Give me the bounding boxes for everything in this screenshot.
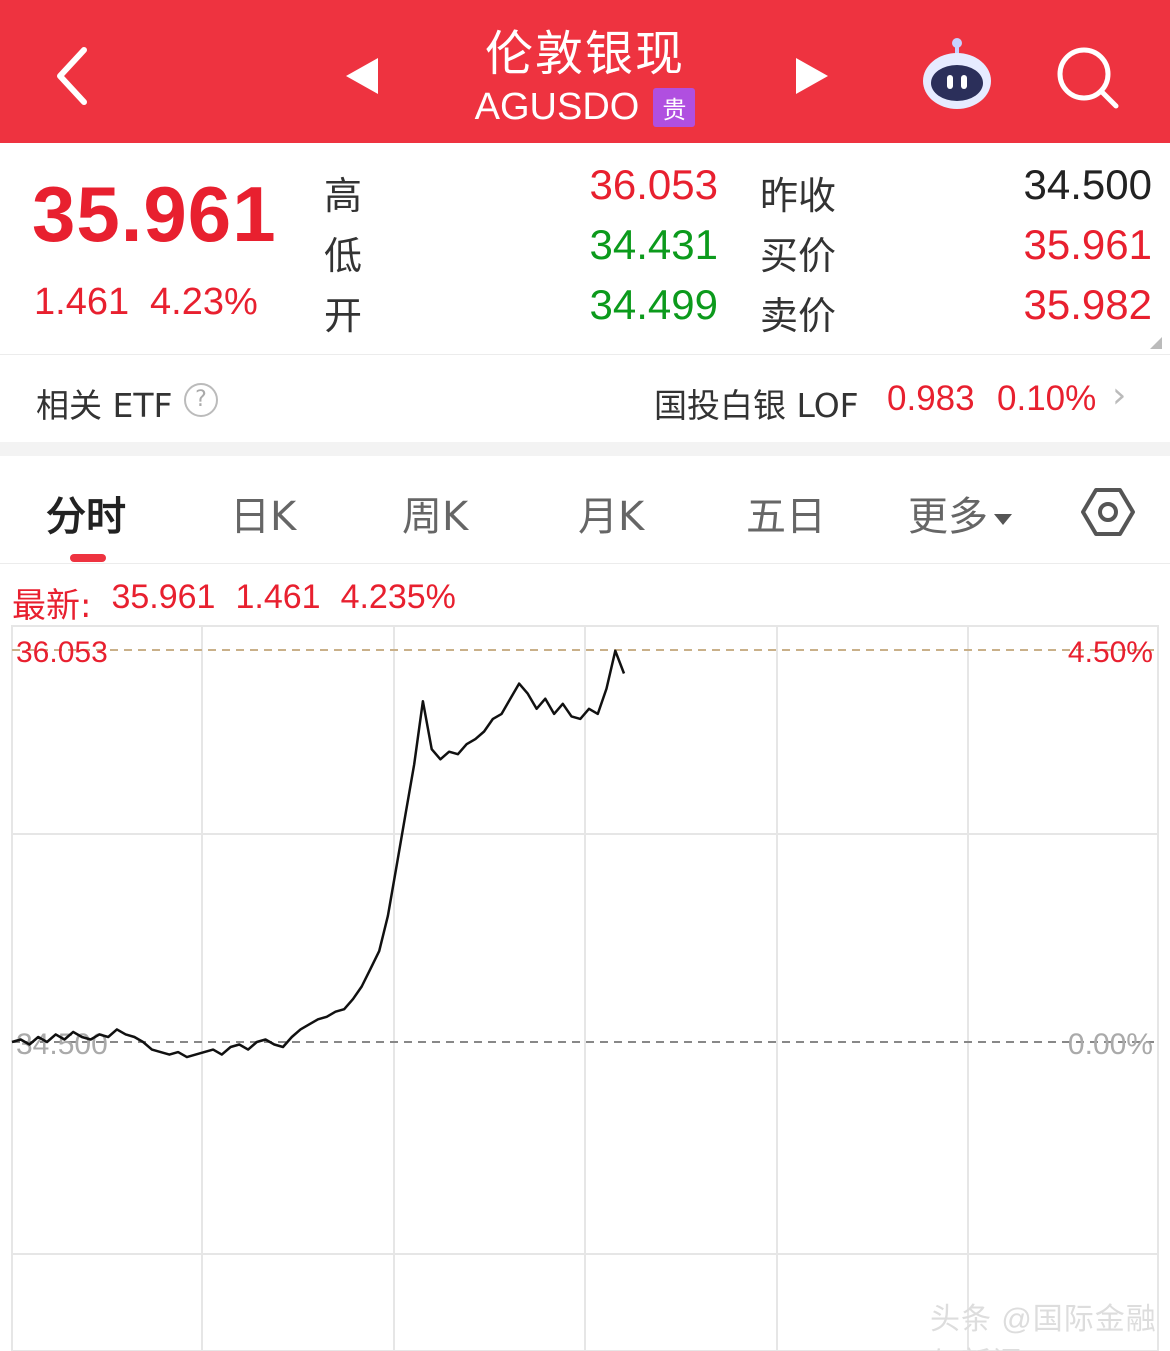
open-value: 34.499: [589, 281, 718, 328]
intraday-chart[interactable]: 36.053 4.50% 34.500 0.00%: [0, 620, 1170, 1351]
quote-panel: 35.961 1.461 4.23% 高 36.053 昨收 34.500 低 …: [0, 143, 1170, 353]
back-icon[interactable]: [40, 36, 104, 116]
related-etf-row[interactable]: 相关 ETF ? 国投白银 LOF 0.983 0.10% ›: [0, 354, 1170, 442]
etf-price: 0.983: [887, 379, 975, 418]
ask-label: 卖价: [760, 294, 837, 338]
last-price: 35.961: [32, 170, 277, 258]
next-symbol-icon[interactable]: [780, 46, 844, 106]
active-tab-indicator: [70, 554, 106, 562]
section-divider: [0, 442, 1170, 456]
settings-hexagon-icon[interactable]: [1080, 484, 1136, 540]
open-label: 开: [324, 294, 363, 338]
ref-label-right-1: 0.00%: [1068, 1028, 1153, 1061]
category-badge: 贵: [653, 88, 696, 127]
bid-value: 35.961: [1023, 221, 1152, 268]
high-value: 36.053: [589, 161, 718, 208]
help-icon[interactable]: ?: [184, 383, 218, 417]
price-change-pct: 4.23%: [150, 281, 258, 323]
low-label: 低: [324, 234, 363, 278]
tab-monthly-k[interactable]: 月K: [578, 484, 644, 542]
price-line: [11, 649, 626, 1059]
tab-five-day[interactable]: 五日: [746, 484, 826, 542]
price-change: 1.461: [34, 281, 130, 323]
tab-weekly-k[interactable]: 周K: [402, 484, 468, 542]
chart-canvas: 36.053 4.50%34.500 0.00%: [11, 625, 1159, 1351]
robot-assistant-icon[interactable]: [912, 30, 1002, 120]
watermark: 头条 @国际金融与新闻: [930, 1303, 1157, 1351]
etf-name: 国投白银 LOF: [654, 386, 859, 425]
symbol-code-row: AGUSDO 贵: [385, 86, 785, 129]
high-label: 高: [324, 174, 363, 218]
chart-tabs: 分时 日K 周K 月K 五日 更多: [0, 456, 1170, 564]
tab-daily-k[interactable]: 日K: [230, 484, 296, 542]
tab-more[interactable]: 更多: [908, 484, 1012, 542]
bid-label: 买价: [760, 234, 837, 278]
ref-label-left-0: 36.053: [16, 636, 108, 669]
prev-close-value: 34.500: [1023, 161, 1152, 208]
etf-label: 相关 ETF: [36, 386, 173, 425]
caret-down-icon: [994, 513, 1012, 525]
etf-change-pct: 0.10%: [997, 379, 1097, 418]
top-bar: 伦敦银现 AGUSDO 贵: [0, 0, 1170, 143]
chevron-right-icon[interactable]: ›: [1112, 375, 1126, 416]
low-value: 34.431: [589, 221, 718, 268]
symbol-code: AGUSDO: [474, 86, 640, 128]
ref-label-right-0: 4.50%: [1068, 636, 1153, 669]
ask-value: 35.982: [1023, 281, 1152, 328]
expand-corner-icon[interactable]: [1150, 337, 1162, 349]
page-title: 伦敦银现: [484, 26, 685, 82]
prev-close-label: 昨收: [760, 174, 837, 218]
tab-more-label: 更多: [908, 494, 988, 540]
search-icon[interactable]: [1046, 36, 1130, 120]
tab-intraday[interactable]: 分时: [46, 484, 126, 542]
